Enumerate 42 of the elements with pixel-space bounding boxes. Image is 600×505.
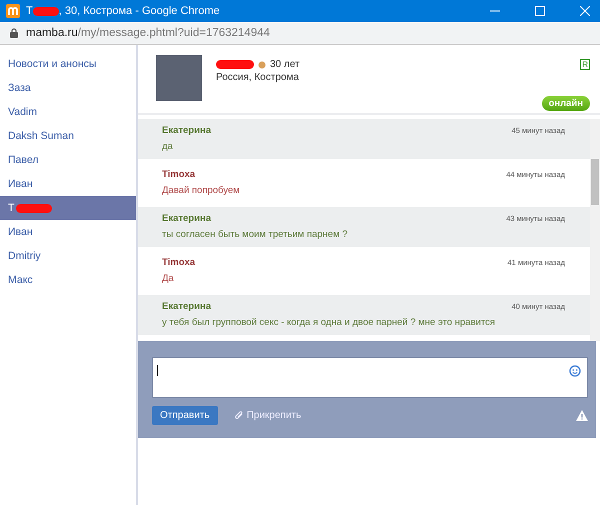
message-input-field[interactable] bbox=[152, 357, 588, 398]
sidebar-item[interactable]: Новости и анонсы bbox=[0, 52, 136, 76]
message-author: Екатерина bbox=[162, 301, 211, 312]
message-author: Timoxa bbox=[162, 257, 196, 268]
maximize-icon[interactable] bbox=[535, 6, 545, 16]
message-author: Timoxa bbox=[162, 169, 196, 180]
message-text: ты согласен быть моим третьим парнем ? bbox=[162, 229, 349, 240]
url-text: mamba.ru/my/message.phtml?uid=1763214944 bbox=[26, 27, 270, 39]
location-text: Россия, Кострома bbox=[216, 72, 300, 83]
message-author: Екатерина bbox=[162, 125, 211, 136]
sidebar-item[interactable]: Заза bbox=[0, 76, 136, 100]
send-button[interactable]: Отправить bbox=[152, 406, 218, 425]
online-status: онлайн bbox=[542, 96, 590, 111]
message-author: Екатерина bbox=[162, 213, 211, 224]
window-title: , 30, Кострома - Google Chrome bbox=[58, 5, 220, 17]
message-text: у тебя был групповой секс - когда я одна и двое парней ? мне это нравится bbox=[162, 317, 496, 328]
sidebar-item[interactable]: Иван bbox=[0, 172, 136, 196]
sidebar-item[interactable]: Макс bbox=[0, 268, 136, 292]
redaction-mark bbox=[216, 60, 254, 69]
smiley-icon[interactable] bbox=[569, 365, 581, 377]
scrollbar[interactable] bbox=[590, 119, 600, 341]
redaction-mark bbox=[32, 6, 59, 16]
photo-placeholder bbox=[156, 55, 202, 101]
window-title: T bbox=[26, 5, 33, 17]
age-text: 30 лет bbox=[270, 59, 300, 70]
lock-icon bbox=[10, 28, 18, 38]
message-text: Давай попробуем bbox=[162, 185, 241, 196]
face-icon bbox=[258, 60, 266, 68]
sidebar-item[interactable]: Daksh Suman bbox=[0, 124, 136, 148]
close-icon[interactable] bbox=[580, 6, 590, 16]
warning-icon[interactable] bbox=[576, 410, 588, 421]
sidebar-item[interactable]: Dmitriy bbox=[0, 244, 136, 268]
sidebar-item[interactable]: Павел bbox=[0, 148, 136, 172]
site-logo-icon bbox=[6, 4, 20, 18]
sidebar-item[interactable]: Vadim bbox=[0, 100, 136, 124]
message-text: Да bbox=[162, 273, 175, 284]
sidebar-item[interactable]: Иван bbox=[0, 220, 136, 244]
verified-badge: R bbox=[580, 59, 590, 70]
paperclip-icon[interactable] bbox=[234, 410, 244, 420]
message-text: да bbox=[162, 141, 174, 152]
sidebar-item[interactable]: T bbox=[0, 196, 136, 220]
address-bar[interactable]: mamba.ru/my/message.phtml?uid=1763214944 bbox=[0, 22, 600, 45]
